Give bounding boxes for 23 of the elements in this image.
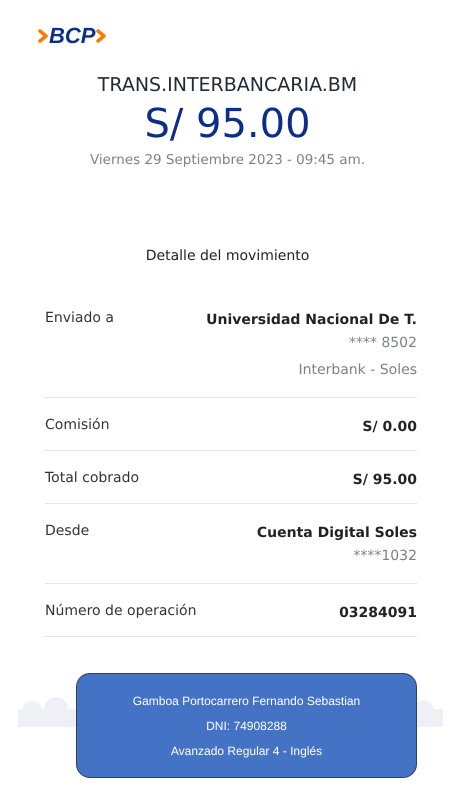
transaction-title: TRANS.INTERBANCARIA.BM — [96, 74, 358, 96]
row-label: Desde — [45, 523, 90, 541]
row-label: Número de operación — [45, 603, 196, 621]
chevron-icon — [38, 29, 48, 43]
row-value: Interbank - Soles — [297, 361, 417, 380]
row-value: **** 8502 — [348, 334, 417, 353]
chevron-icon — [96, 29, 106, 43]
row-value: ****1032 — [352, 547, 417, 566]
date-text: Viernes 29 Septiembre 2023 - 09:45 am. — [88, 152, 366, 168]
row-label: Total cobrado — [45, 470, 140, 488]
row-value: 03284091 — [339, 604, 417, 623]
row-value: Universidad Nacional De T. — [206, 311, 417, 330]
logo-text: BCP — [49, 23, 96, 49]
row-value: S/ 95.00 — [352, 471, 417, 490]
amount: S/ 95.00 — [143, 100, 312, 148]
row-value: Cuenta Digital Soles — [256, 524, 417, 543]
row-value: S/ 0.00 — [362, 418, 417, 437]
section-heading: Detalle del movimiento — [144, 248, 310, 264]
row-label: Enviado a — [45, 310, 114, 328]
row-label: Comisión — [45, 417, 110, 435]
note-text: DNI: 74908288 — [205, 718, 288, 732]
note-text: Avanzado Regular 4 - Inglés — [170, 744, 324, 758]
note-text: Gamboa Portocarrero Fernando Sebastian — [132, 694, 362, 708]
